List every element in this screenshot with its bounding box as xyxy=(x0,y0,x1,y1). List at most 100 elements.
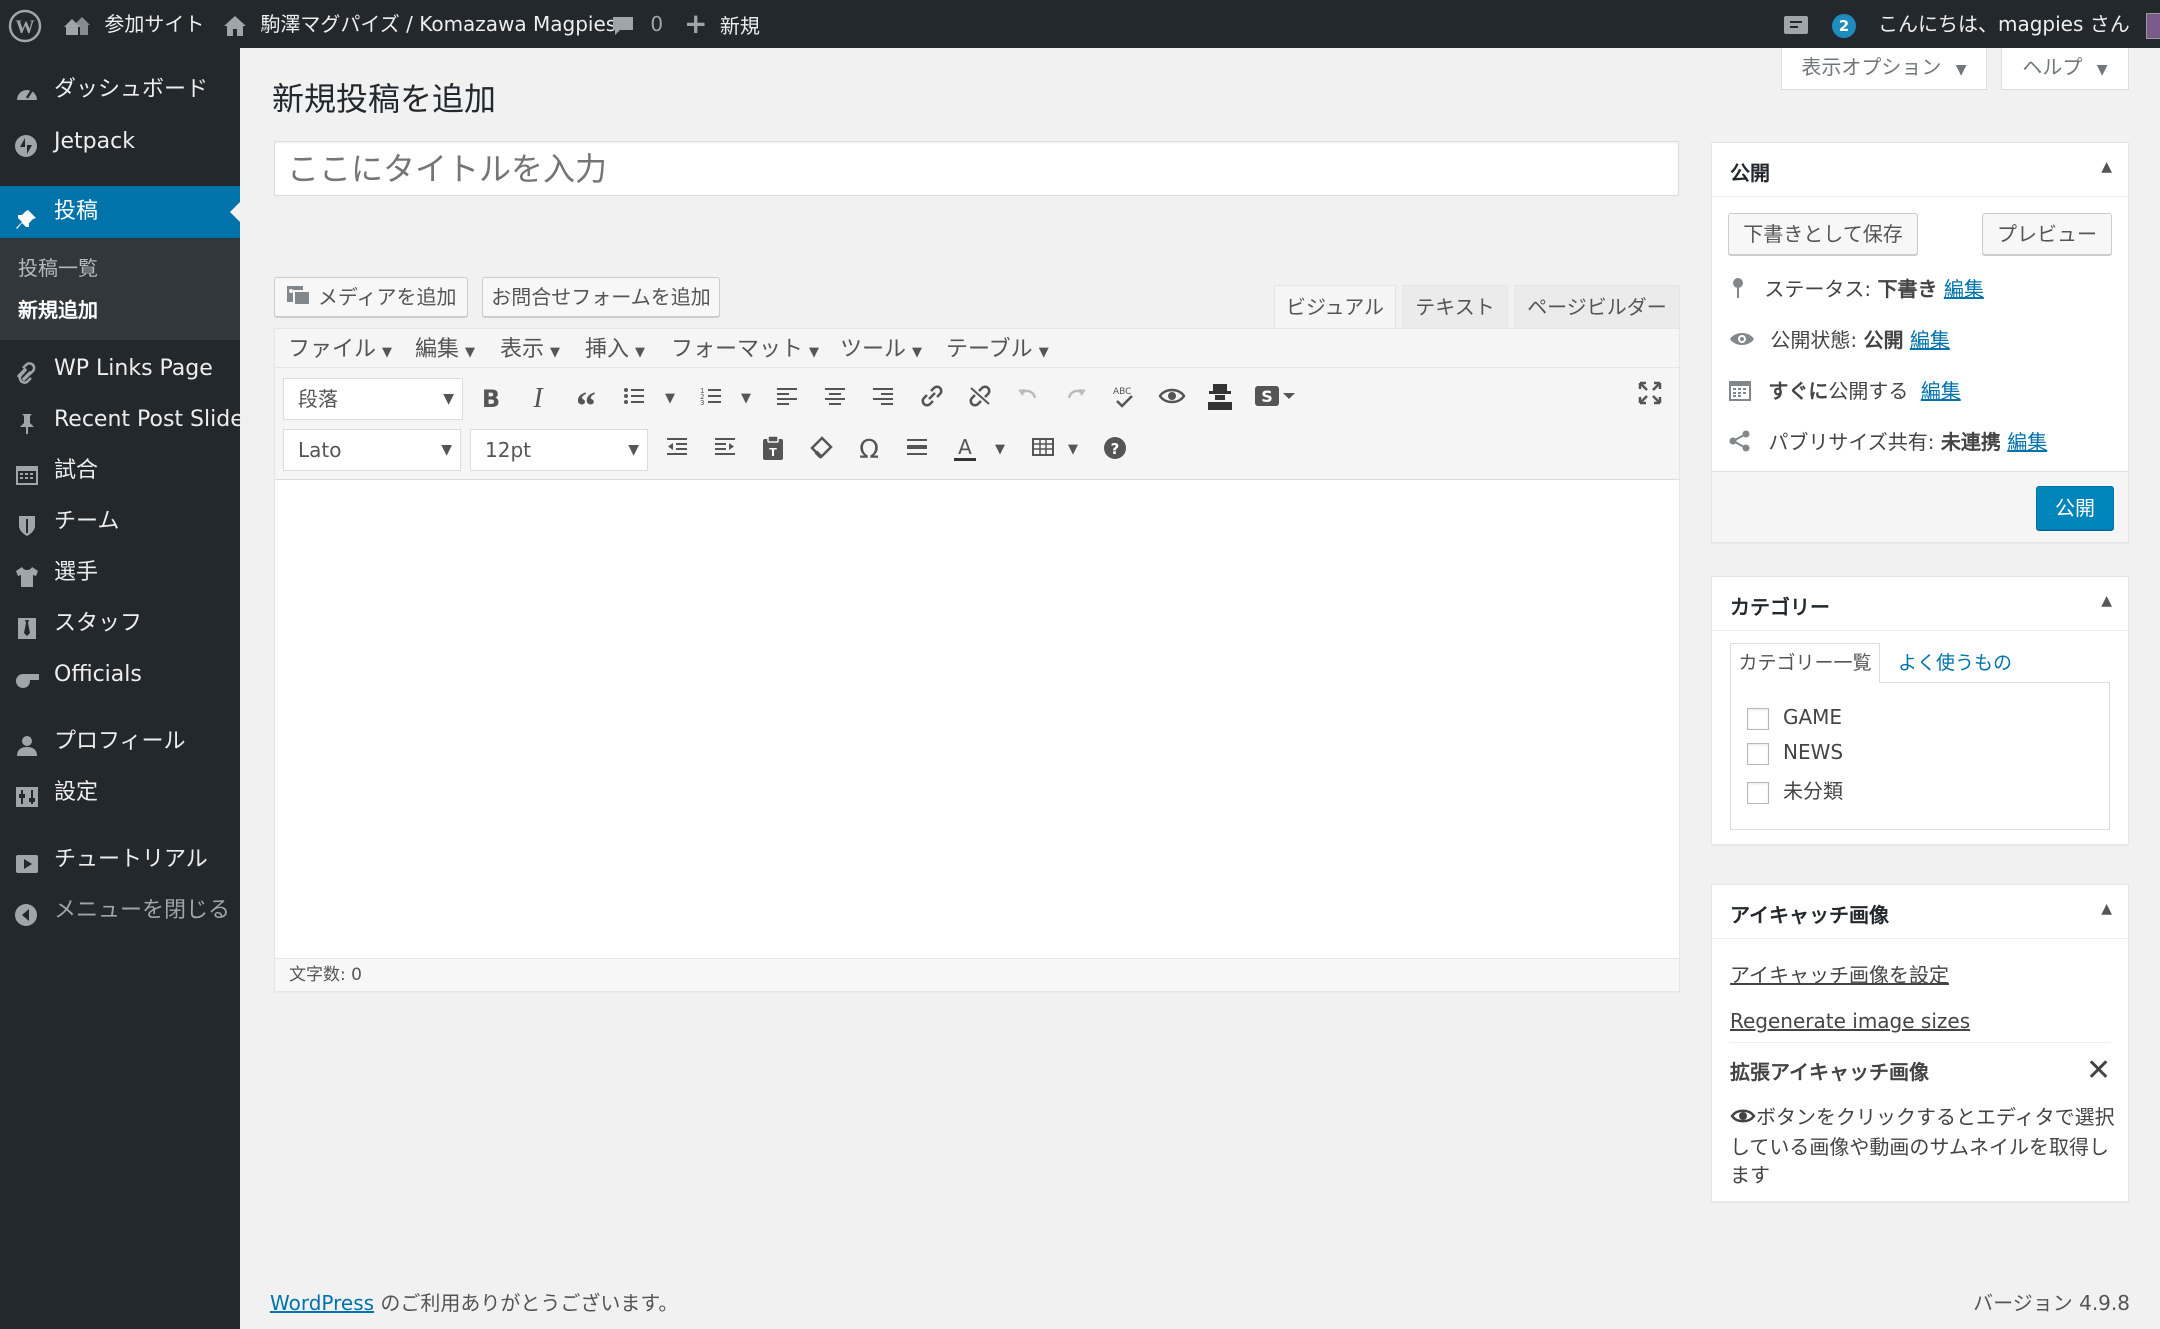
category-item[interactable]: NEWS xyxy=(1747,740,1843,765)
unlink-icon[interactable] xyxy=(965,384,995,414)
collapse-menu-button[interactable]: メニューを閉じる xyxy=(0,889,240,933)
shortcode-icon[interactable]: S xyxy=(1251,384,1299,414)
text-color-icon[interactable]: A xyxy=(950,435,980,465)
editor-content-area[interactable] xyxy=(276,482,1678,957)
menu-edit[interactable]: 編集 ▼ xyxy=(415,331,475,363)
close-icon[interactable]: ✕ xyxy=(2086,1053,2111,1088)
checkbox[interactable] xyxy=(1747,742,1769,765)
categories-box-header[interactable]: カテゴリー ▲ xyxy=(1712,577,2128,631)
help-question-icon[interactable]: ? xyxy=(1100,435,1130,465)
blockquote-icon[interactable]: “ xyxy=(571,386,601,426)
submenu-all-posts[interactable]: 投稿一覧 xyxy=(18,252,98,281)
post-title-input[interactable] xyxy=(274,141,1679,196)
menu-tools[interactable]: ツール ▼ xyxy=(840,331,922,363)
featured-image-box-header[interactable]: アイキャッチ画像 ▲ xyxy=(1712,885,2128,939)
updates-badge[interactable]: 2 xyxy=(1832,0,1856,48)
sidebar-item-settings[interactable]: 設定 xyxy=(0,771,240,815)
tab-all-categories[interactable]: カテゴリー一覧 xyxy=(1730,643,1880,683)
sidebar-item-tutorials[interactable]: チュートリアル xyxy=(0,838,240,882)
site-name-menu[interactable]: 駒澤マグパイズ / Komazawa Magpies xyxy=(222,0,616,48)
new-content-menu[interactable]: + 新規 xyxy=(684,0,760,48)
category-item[interactable]: GAME xyxy=(1747,705,1842,730)
add-contact-form-button[interactable]: お問合せフォームを追加 xyxy=(482,277,720,317)
special-character-icon[interactable]: Ω xyxy=(854,435,884,465)
align-right-icon[interactable] xyxy=(868,384,898,414)
my-sites-menu[interactable]: 参加サイト xyxy=(62,0,204,48)
undo-icon[interactable] xyxy=(1013,384,1043,414)
edit-visibility-link[interactable]: 編集 xyxy=(1910,328,1950,352)
numbered-list-icon[interactable]: 123 xyxy=(697,384,727,414)
paragraph-format-select[interactable]: 段落 ▼ xyxy=(283,378,463,420)
indent-icon[interactable] xyxy=(710,435,740,465)
sidebar-item-matches[interactable]: 試合 xyxy=(0,449,240,493)
caret-down-icon[interactable]: ▼ xyxy=(985,435,1015,465)
set-featured-image-link[interactable]: アイキャッチ画像を設定 xyxy=(1730,959,1949,988)
caret-down-icon[interactable]: ▼ xyxy=(731,384,761,414)
fullscreen-icon[interactable] xyxy=(1635,380,1665,410)
menu-view[interactable]: 表示 ▼ xyxy=(500,331,560,363)
spellcheck-icon[interactable]: ABC xyxy=(1109,384,1139,414)
clear-formatting-icon[interactable] xyxy=(806,435,836,465)
align-center-icon[interactable] xyxy=(820,384,850,414)
tab-text[interactable]: テキスト xyxy=(1402,285,1508,329)
sidebar-item-players[interactable]: 選手 xyxy=(0,551,240,595)
edit-status-link[interactable]: 編集 xyxy=(1944,277,1984,301)
checkbox[interactable] xyxy=(1747,781,1769,804)
table-icon[interactable] xyxy=(1028,435,1058,465)
bullet-list-icon[interactable] xyxy=(620,384,650,414)
category-item[interactable]: 未分類 xyxy=(1747,775,1843,804)
screen-options-button[interactable]: 表示オプション ▼ xyxy=(1781,48,1987,90)
comments-menu[interactable]: 0 xyxy=(610,0,663,48)
collapse-arrow-icon[interactable]: ▲ xyxy=(2101,593,2112,609)
edit-schedule-link[interactable]: 編集 xyxy=(1921,379,1961,403)
tab-most-used[interactable]: よく使うもの xyxy=(1898,643,2012,683)
eye-icon xyxy=(1728,328,1756,355)
sidebar-item-staff[interactable]: スタッフ xyxy=(0,602,240,646)
bold-icon[interactable]: B xyxy=(476,384,506,414)
help-button[interactable]: ヘルプ ▼ xyxy=(2001,48,2129,90)
preview-button[interactable]: プレビュー xyxy=(1982,213,2112,255)
menu-file[interactable]: ファイル ▼ xyxy=(288,331,392,363)
menu-table[interactable]: テーブル ▼ xyxy=(946,331,1049,363)
notifications-menu[interactable] xyxy=(1782,0,1810,48)
add-media-button[interactable]: メディアを追加 xyxy=(274,277,468,317)
submenu-add-new[interactable]: 新規追加 xyxy=(18,294,98,323)
font-family-select[interactable]: Lato ▼ xyxy=(283,429,461,471)
sidebar-item-jetpack[interactable]: Jetpack xyxy=(0,120,240,164)
eye-icon[interactable] xyxy=(1730,1105,1756,1133)
wordpress-logo-icon[interactable]: W xyxy=(8,0,42,48)
save-draft-button[interactable]: 下書きとして保存 xyxy=(1728,213,1918,255)
font-size-select[interactable]: 12pt ▼ xyxy=(470,429,648,471)
sidebar-item-teams[interactable]: チーム xyxy=(0,500,240,544)
wordpress-link[interactable]: WordPress xyxy=(270,1291,374,1315)
tab-visual[interactable]: ビジュアル xyxy=(1274,285,1396,329)
edit-publicize-link[interactable]: 編集 xyxy=(2007,430,2047,454)
sidebar-item-wp-links-page[interactable]: WP Links Page xyxy=(0,347,240,391)
menu-insert[interactable]: 挿入 ▼ xyxy=(585,331,645,363)
redo-icon[interactable] xyxy=(1061,384,1091,414)
sidebar-item-profile[interactable]: プロフィール xyxy=(0,720,240,764)
sidebar-item-recent-post-slider[interactable]: Recent Post Slider xyxy=(0,398,253,442)
preview-eye-icon[interactable] xyxy=(1157,384,1187,414)
publish-box-header[interactable]: 公開 ▲ xyxy=(1712,143,2128,197)
collapse-arrow-icon[interactable]: ▲ xyxy=(2101,159,2112,175)
align-left-icon[interactable] xyxy=(772,384,802,414)
checkbox[interactable] xyxy=(1747,707,1769,730)
menu-format[interactable]: フォーマット ▼ xyxy=(671,331,819,363)
publish-button[interactable]: 公開 xyxy=(2036,486,2114,530)
my-account-menu[interactable]: こんにちは、magpies さん xyxy=(1878,0,2160,48)
plugin-person-icon[interactable] xyxy=(1205,382,1235,412)
insert-link-icon[interactable] xyxy=(917,384,947,414)
caret-down-icon[interactable]: ▼ xyxy=(1058,435,1088,465)
sidebar-item-posts[interactable]: 投稿 xyxy=(0,186,240,238)
outdent-icon[interactable] xyxy=(662,435,692,465)
regenerate-image-sizes-link[interactable]: Regenerate image sizes xyxy=(1730,1009,1970,1033)
sidebar-item-dashboard[interactable]: ダッシュボード xyxy=(0,68,240,112)
tab-page-builder[interactable]: ページビルダー xyxy=(1514,285,1680,329)
italic-icon[interactable]: I xyxy=(523,384,553,414)
sidebar-item-officials[interactable]: Officials xyxy=(0,653,240,697)
horizontal-line-icon[interactable] xyxy=(902,435,932,465)
caret-down-icon[interactable]: ▼ xyxy=(655,384,685,414)
paste-text-icon[interactable]: T xyxy=(758,435,788,465)
collapse-arrow-icon[interactable]: ▲ xyxy=(2101,901,2112,917)
